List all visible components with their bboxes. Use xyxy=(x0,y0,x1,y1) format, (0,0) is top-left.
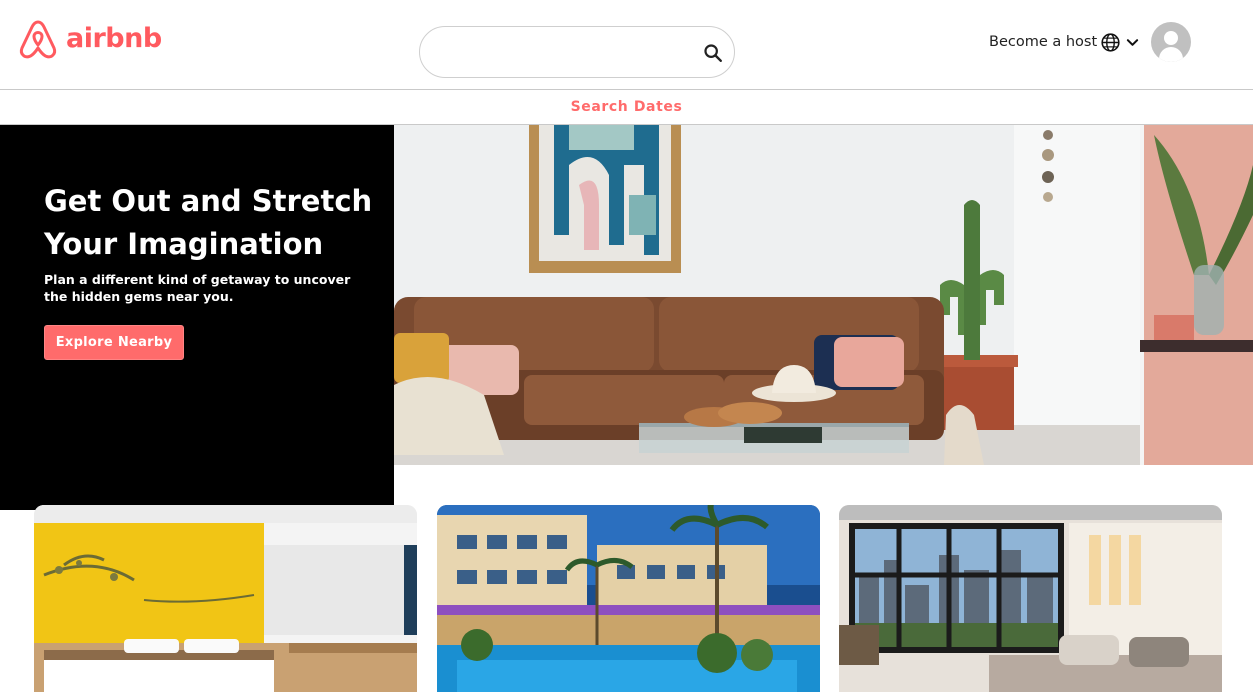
search-dates-button[interactable]: Search Dates xyxy=(571,99,683,115)
explore-nearby-button[interactable]: Explore Nearby xyxy=(44,325,184,360)
airbnb-logo[interactable]: airbnb xyxy=(16,18,162,62)
search-dates-bar: Search Dates xyxy=(0,90,1253,125)
globe-icon[interactable] xyxy=(1100,32,1121,53)
become-host-link[interactable]: Become a host xyxy=(989,34,1097,50)
chevron-down-icon[interactable] xyxy=(1126,36,1139,49)
brand-name: airbnb xyxy=(66,22,162,54)
listing-card-resort-pool[interactable] xyxy=(437,505,820,692)
avatar-body xyxy=(1159,47,1184,62)
hero-living-room-image xyxy=(394,125,1253,465)
hero-title: Get Out and Stretch Your Imagination xyxy=(44,184,373,261)
resort-pool-palm-trees-photo xyxy=(437,505,820,692)
hero-subtitle: Plan a different kind of getaway to unco… xyxy=(44,272,351,304)
loft-bedroom-city-view-photo xyxy=(839,505,1222,692)
search-input[interactable] xyxy=(438,39,688,65)
airbnb-belo-icon xyxy=(19,20,57,59)
top-header: airbnb Become a host xyxy=(0,0,1253,90)
search-icon[interactable] xyxy=(702,42,724,64)
user-avatar-icon[interactable] xyxy=(1151,22,1192,62)
listing-card-hotel-room[interactable] xyxy=(34,505,417,692)
header-right-menu: Become a host xyxy=(989,22,1192,62)
search-bar[interactable] xyxy=(419,26,735,78)
listing-card-loft-bedroom[interactable] xyxy=(839,505,1222,692)
avatar-head xyxy=(1164,31,1179,45)
hotel-room-yellow-wall-photo xyxy=(34,505,417,692)
